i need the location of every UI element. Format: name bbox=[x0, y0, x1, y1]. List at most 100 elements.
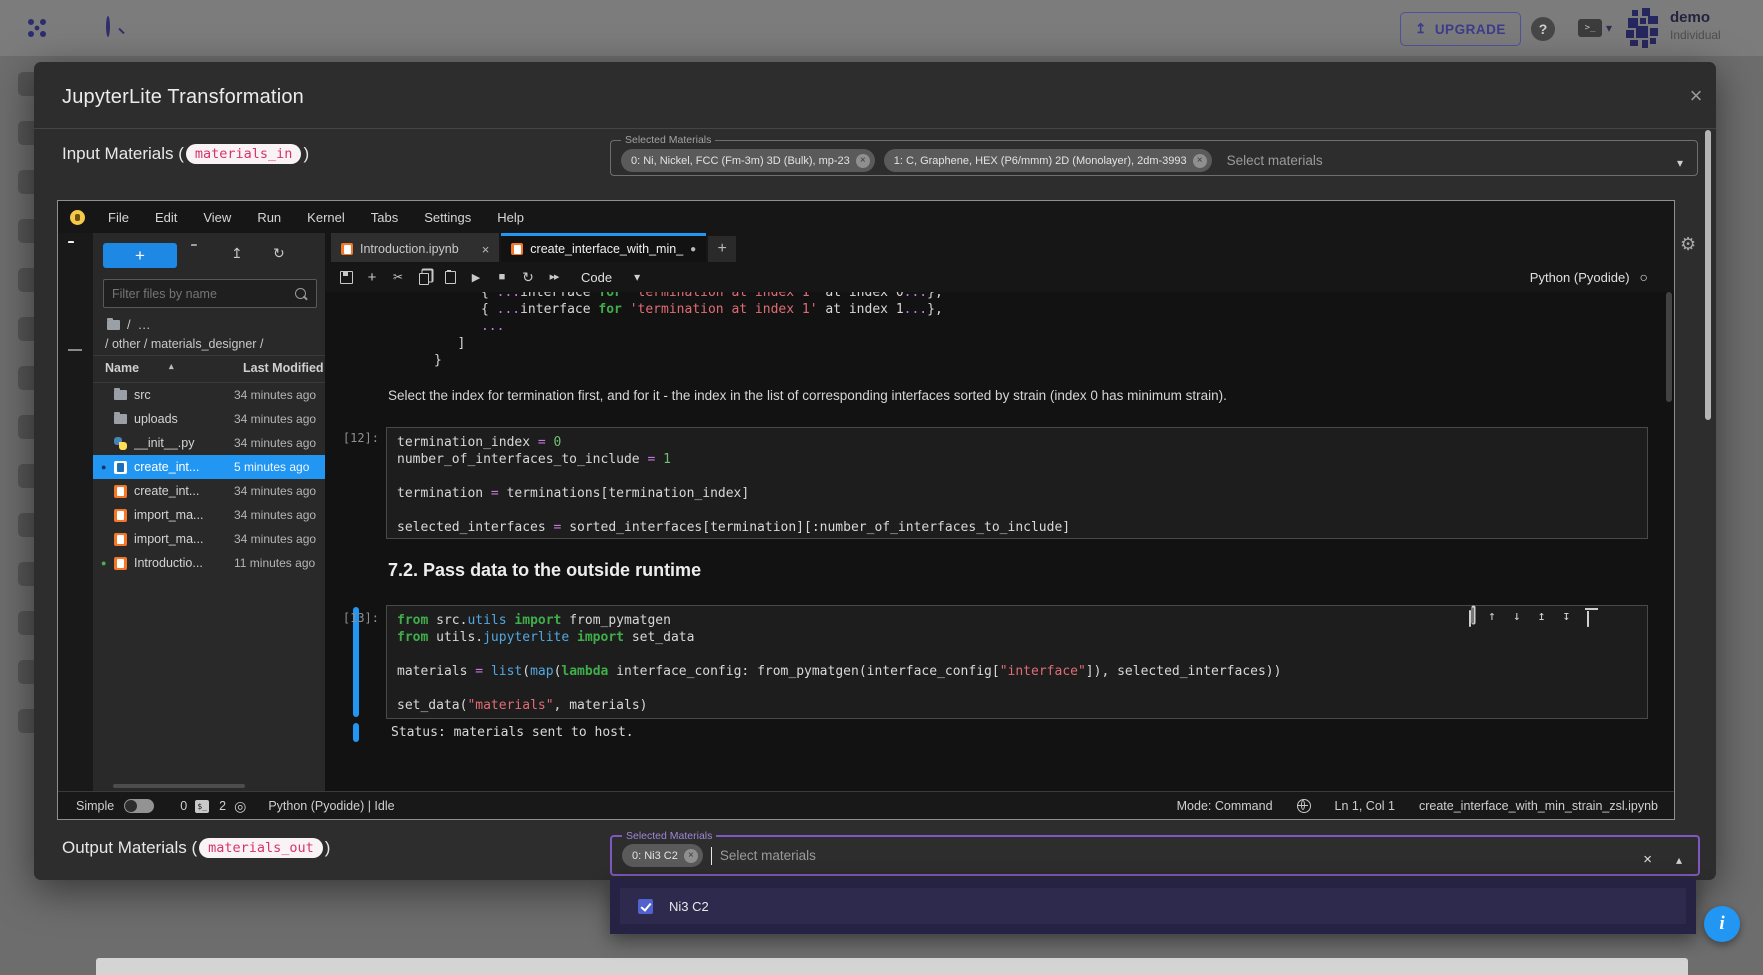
code-cell-13[interactable]: from src.utils import from_pymatgenfrom … bbox=[386, 605, 1648, 719]
search-icon[interactable] bbox=[106, 18, 110, 36]
restart-kernel-icon[interactable]: ↻ bbox=[515, 269, 541, 286]
menu-help[interactable]: Help bbox=[484, 210, 537, 225]
menu-file[interactable]: File bbox=[95, 210, 142, 225]
menu-settings[interactable]: Settings bbox=[411, 210, 484, 225]
tab-close-icon[interactable]: × bbox=[482, 242, 490, 257]
materials-out-code-chip: materials_out bbox=[199, 838, 323, 858]
duplicate-cell-icon[interactable] bbox=[1469, 609, 1471, 624]
tab-create-interface[interactable]: create_interface_with_min_ ● bbox=[501, 233, 706, 262]
file-list-header[interactable]: Name ▴ Last Modified bbox=[93, 355, 325, 383]
restart-run-all-icon[interactable]: ▶▶ bbox=[541, 273, 567, 281]
notebook-content[interactable]: { ...interface for 'termination at index… bbox=[325, 292, 1674, 791]
menu-tabs[interactable]: Tabs bbox=[358, 210, 411, 225]
output-collapser[interactable] bbox=[353, 723, 359, 742]
stop-icon[interactable]: ■ bbox=[489, 271, 515, 283]
material-chip[interactable]: 1: C, Graphene, HEX (P6/mmm) 2D (Monolay… bbox=[884, 149, 1212, 172]
material-chip[interactable]: 0: Ni3 C2 × bbox=[622, 844, 703, 867]
material-chip[interactable]: 0: Ni, Nickel, FCC (Fm-3m) 3D (Bulk), mp… bbox=[621, 149, 875, 172]
output-materials-select[interactable]: Selected Materials 0: Ni3 C2 × Select ma… bbox=[610, 830, 1700, 876]
delete-cell-icon[interactable] bbox=[1587, 609, 1589, 624]
cell-prompt-13: [13]: bbox=[327, 611, 379, 625]
file-row-src[interactable]: src 34 minutes ago bbox=[93, 383, 325, 407]
column-name[interactable]: Name bbox=[105, 361, 139, 375]
checkbox-checked-icon[interactable] bbox=[638, 899, 653, 914]
markdown-cell[interactable]: Select the index for termination first, … bbox=[388, 388, 1227, 403]
cell-output-scrollback: { ...interface for 'termination at index… bbox=[434, 292, 943, 369]
input-materials-select[interactable]: Selected Materials 0: Ni, Nickel, FCC (F… bbox=[610, 134, 1698, 176]
gear-icon[interactable]: ⚙ bbox=[1680, 234, 1696, 255]
chip-remove-icon[interactable]: × bbox=[856, 154, 870, 168]
text-cursor bbox=[711, 847, 712, 865]
upload-icon[interactable]: ↥ bbox=[231, 245, 243, 262]
save-icon[interactable] bbox=[333, 271, 359, 284]
lightbulb-icon[interactable] bbox=[70, 210, 85, 225]
file-row-create-int[interactable]: create_int... 34 minutes ago bbox=[93, 479, 325, 503]
search-icon bbox=[295, 288, 306, 299]
run-icon[interactable]: ▶ bbox=[463, 271, 489, 284]
refresh-icon[interactable]: ↻ bbox=[273, 245, 285, 262]
sort-arrow-icon[interactable]: ▴ bbox=[169, 361, 174, 372]
kernel-status-text[interactable]: Python (Pyodide) | Idle bbox=[268, 799, 394, 813]
file-row-import-ma-2[interactable]: import_ma... 34 minutes ago bbox=[93, 527, 325, 551]
file-row-import-ma[interactable]: import_ma... 34 minutes ago bbox=[93, 503, 325, 527]
upgrade-arrow-icon: ↥ bbox=[1415, 21, 1427, 37]
code-cell-12[interactable]: termination_index = 0number_of_interface… bbox=[386, 427, 1648, 539]
terminals-count[interactable]: 0 bbox=[180, 799, 187, 813]
column-last-modified[interactable]: Last Modified bbox=[243, 361, 324, 375]
chevron-up-icon[interactable]: ▴ bbox=[1676, 853, 1682, 867]
horizontal-scrollbar[interactable] bbox=[113, 784, 245, 788]
file-row-init-py[interactable]: __init__.py 34 minutes ago bbox=[93, 431, 325, 455]
notebook-scrollbar[interactable] bbox=[1666, 292, 1672, 402]
menu-edit[interactable]: Edit bbox=[142, 210, 190, 225]
kernel-select[interactable]: Python (Pyodide) ○ bbox=[1530, 269, 1648, 285]
info-button[interactable]: i bbox=[1704, 906, 1740, 942]
chip-remove-icon[interactable]: × bbox=[684, 849, 698, 863]
home-folder-icon[interactable] bbox=[107, 320, 120, 330]
move-cell-down-icon[interactable]: ↓ bbox=[1513, 609, 1521, 624]
kernels-count[interactable]: 2 bbox=[219, 799, 226, 813]
menu-run[interactable]: Run bbox=[244, 210, 294, 225]
cell-type-select[interactable]: Code ▾ bbox=[581, 270, 640, 285]
kernel-sessions-icon: ◎ bbox=[234, 798, 246, 815]
cursor-position[interactable]: Ln 1, Col 1 bbox=[1335, 799, 1395, 813]
move-cell-up-icon[interactable]: ↑ bbox=[1488, 609, 1496, 624]
notebook-tab-icon bbox=[511, 243, 523, 255]
file-row-introduction[interactable]: ● Introductio... 11 minutes ago bbox=[93, 551, 325, 575]
dropdown-option-ni3c2[interactable]: Ni3 C2 bbox=[620, 888, 1686, 924]
tab-introduction[interactable]: Introduction.ipynb × bbox=[331, 233, 499, 262]
menu-view[interactable]: View bbox=[190, 210, 244, 225]
notebook-toolbar: + ✂ ▶ ■ ↻ ▶▶ Code ▾ Python (Pyodide) ○ bbox=[325, 262, 1674, 293]
simple-mode-toggle[interactable] bbox=[124, 799, 154, 813]
copy-icon[interactable] bbox=[411, 271, 437, 283]
chip-remove-icon[interactable]: × bbox=[1193, 154, 1207, 168]
file-row-create-int-selected[interactable]: ● create_int... 5 minutes ago bbox=[93, 455, 325, 479]
dialog-scrollbar[interactable] bbox=[1705, 130, 1711, 420]
menu-kernel[interactable]: Kernel bbox=[294, 210, 358, 225]
insert-cell-below-icon[interactable]: ↧ bbox=[1562, 609, 1570, 624]
help-button[interactable]: ? bbox=[1531, 17, 1555, 41]
user-name[interactable]: demo bbox=[1670, 10, 1710, 26]
breadcrumb-ellipsis[interactable]: … bbox=[138, 317, 151, 332]
user-plan: Individual bbox=[1670, 28, 1721, 42]
breadcrumb-path[interactable]: / other / materials_designer / bbox=[105, 337, 263, 351]
file-row-uploads[interactable]: uploads 34 minutes ago bbox=[93, 407, 325, 431]
insert-cell-above-icon[interactable]: ↥ bbox=[1538, 609, 1546, 624]
filter-files-input[interactable] bbox=[104, 287, 295, 301]
notebook-file-icon bbox=[114, 533, 134, 546]
breadcrumb[interactable]: / … bbox=[107, 317, 151, 332]
avatar[interactable] bbox=[1624, 8, 1662, 48]
app-logo[interactable] bbox=[26, 17, 48, 39]
paste-icon[interactable] bbox=[437, 271, 463, 284]
new-launcher-button[interactable]: + bbox=[103, 243, 177, 268]
dialog-close-button[interactable]: × bbox=[1680, 80, 1712, 112]
activity-bar bbox=[58, 233, 94, 791]
cut-icon[interactable]: ✂ bbox=[385, 270, 411, 284]
globe-icon[interactable] bbox=[1297, 799, 1311, 813]
chevron-down-icon[interactable]: ▾ bbox=[1677, 156, 1683, 170]
console-menu-button[interactable]: >_ ▾ bbox=[1578, 19, 1612, 37]
filter-files-box[interactable] bbox=[103, 279, 317, 308]
upgrade-button[interactable]: ↥ UPGRADE bbox=[1400, 12, 1521, 46]
insert-cell-icon[interactable]: + bbox=[359, 269, 385, 286]
new-tab-button[interactable]: + bbox=[708, 236, 736, 262]
clear-selection-icon[interactable]: × bbox=[1643, 851, 1652, 868]
